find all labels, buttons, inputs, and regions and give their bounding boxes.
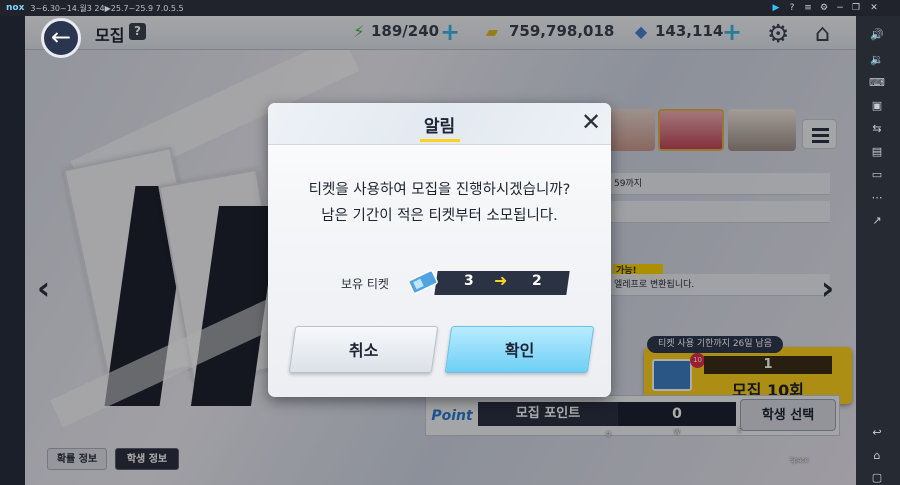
- cancel-button[interactable]: 취소: [288, 326, 439, 373]
- close-icon[interactable]: ✕: [578, 109, 604, 135]
- ticket-count-after: 2: [532, 273, 542, 289]
- dialog-header: 알림 ✕: [268, 103, 611, 145]
- confirm-button-label: 확인: [504, 341, 535, 360]
- more-icon[interactable]: ⋯: [868, 191, 886, 205]
- emulator-window-title: 3~6.30~14.월3 24▶25.7~25.9 7.0.5.5: [30, 3, 184, 13]
- sync-icon[interactable]: ⇆: [868, 122, 886, 136]
- external-link-icon[interactable]: ↗: [868, 214, 886, 228]
- emulator-title-bar: nox 3~6.30~14.월3 24▶25.7~25.9 7.0.5.5 ▶ …: [0, 0, 900, 16]
- emulator-side-toolbar: 🔊 🔉 ⌨ ▣ ⇆ ▤ ▭ ⋯ ↗ ↩ ⌂ ▢: [856, 16, 900, 485]
- dialog-message-line-1: 티켓을 사용하여 모집을 진행하시겠습니까?: [308, 182, 571, 198]
- recent-apps-icon[interactable]: ▢: [868, 471, 886, 485]
- title-underline: [420, 139, 460, 142]
- play-store-icon[interactable]: ▶: [768, 0, 784, 16]
- recruit-ticket-icon: [408, 270, 438, 294]
- restore-icon[interactable]: ❐: [848, 0, 864, 16]
- settings-icon[interactable]: ⚙: [816, 0, 832, 16]
- confirm-dialog: 알림 ✕ 티켓을 사용하여 모집을 진행하시겠습니까? 남은 기간이 적은 티켓…: [268, 103, 611, 397]
- back-button[interactable]: ←: [41, 18, 81, 58]
- holding-tickets-label: 보유 티켓: [341, 277, 389, 291]
- keyboard-icon[interactable]: ⌨: [868, 76, 886, 90]
- arrow-right-icon: ➜: [494, 271, 508, 290]
- volume-up-icon[interactable]: 🔊: [868, 28, 886, 42]
- recorder-icon[interactable]: ▤: [868, 145, 886, 159]
- dialog-title: 알림: [423, 117, 456, 137]
- emulator-logo: nox: [6, 3, 25, 13]
- multi-instance-icon[interactable]: ▭: [868, 168, 886, 182]
- screenshot-icon[interactable]: ▣: [868, 99, 886, 113]
- back-nav-icon[interactable]: ↩: [868, 426, 886, 440]
- ticket-count-before: 3: [464, 273, 474, 289]
- minimize-icon[interactable]: −: [832, 0, 848, 16]
- dialog-message-line-2: 남은 기간이 적은 티켓부터 소모됩니다.: [321, 208, 558, 224]
- help-circle-icon[interactable]: ?: [784, 0, 800, 16]
- close-window-icon[interactable]: ✕: [866, 0, 882, 16]
- confirm-button[interactable]: 확인: [444, 326, 595, 373]
- volume-down-icon[interactable]: 🔉: [868, 53, 886, 67]
- home-nav-icon[interactable]: ⌂: [868, 449, 886, 463]
- menu-icon[interactable]: ≡: [800, 0, 816, 16]
- cancel-button-label: 취소: [348, 341, 379, 360]
